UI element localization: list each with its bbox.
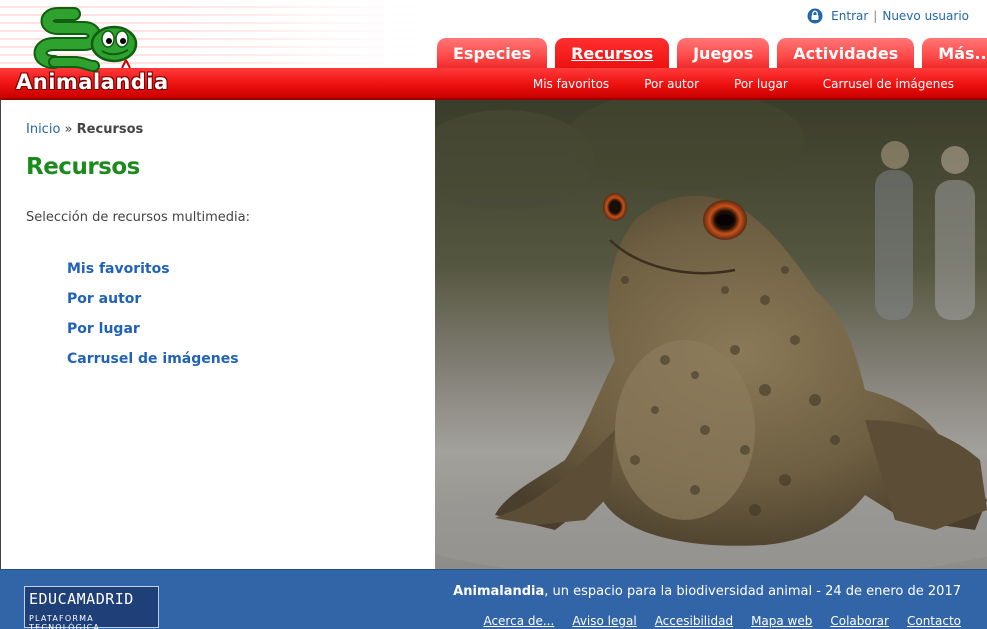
subnav-mis-favoritos[interactable]: Mis favoritos (533, 77, 609, 91)
list-item: Carrusel de imágenes (67, 348, 239, 378)
subnav-carrusel[interactable]: Carrusel de imágenes (823, 77, 954, 91)
breadcrumb-separator: » (64, 122, 73, 137)
tab-mas[interactable]: Más... (922, 38, 987, 68)
tab-actividades[interactable]: Actividades (777, 38, 915, 68)
educamadrid-logo-text: EDUCAMADRID (29, 590, 134, 608)
footer-link-mapa-web[interactable]: Mapa web (751, 614, 812, 628)
footer-link-accesibilidad[interactable]: Accesibilidad (655, 614, 733, 628)
resource-list: Mis favoritos Por autor Por lugar Carrus… (67, 258, 239, 378)
footer-links: Acerca de... Aviso legal Accesibilidad M… (465, 614, 961, 628)
links-separator: | (873, 9, 878, 23)
sub-navigation: Mis favoritos Por autor Por lugar Carrus… (498, 68, 954, 100)
footer-link-colaborar[interactable]: Colaborar (830, 614, 889, 628)
login-link[interactable]: Entrar (831, 9, 868, 23)
tab-especies[interactable]: Especies (437, 38, 548, 68)
breadcrumb: Inicio » Recursos (26, 122, 143, 137)
educamadrid-logo[interactable]: EDUCAMADRID PLATAFORMA TECNOLÓGICA (24, 586, 159, 629)
list-item: Mis favoritos (67, 258, 239, 288)
resource-link-por-lugar[interactable]: Por lugar (67, 321, 140, 337)
footer-tagline: Animalandia, un espacio para la biodiver… (453, 584, 961, 599)
intro-text: Selección de recursos multimedia: (26, 210, 250, 225)
toad-photo (435, 100, 987, 569)
subnav-por-autor[interactable]: Por autor (644, 77, 699, 91)
main-tabs: Especies Recursos Juegos Actividades Más… (437, 38, 987, 68)
resource-link-carrusel[interactable]: Carrusel de imágenes (67, 351, 239, 367)
site-footer: EDUCAMADRID PLATAFORMA TECNOLÓGICA Anima… (0, 569, 987, 629)
tab-recursos[interactable]: Recursos (555, 38, 670, 68)
toad-image (435, 100, 987, 569)
user-links: Entrar | Nuevo usuario (807, 8, 969, 24)
list-item: Por autor (67, 288, 239, 318)
page-title: Recursos (26, 154, 140, 180)
tab-juegos[interactable]: Juegos (677, 38, 770, 68)
site-logo-text: Animalandia (16, 70, 169, 94)
register-link[interactable]: Nuevo usuario (882, 9, 969, 23)
footer-site-name: Animalandia (453, 584, 545, 599)
footer-link-aviso-legal[interactable]: Aviso legal (572, 614, 636, 628)
educamadrid-logo-subtitle: PLATAFORMA TECNOLÓGICA (29, 614, 101, 629)
site-header: Animalandia Entrar | Nuevo usuario Espec… (0, 0, 987, 100)
content-panel: Inicio » Recursos Recursos Selección de … (0, 100, 435, 569)
subnav-por-lugar[interactable]: Por lugar (734, 77, 788, 91)
footer-link-contacto[interactable]: Contacto (907, 614, 961, 628)
breadcrumb-home[interactable]: Inicio (26, 122, 60, 137)
resource-link-por-autor[interactable]: Por autor (67, 291, 141, 307)
footer-link-acerca[interactable]: Acerca de... (483, 614, 554, 628)
breadcrumb-current: Recursos (76, 122, 144, 137)
footer-tagline-text: , un espacio para la biodiversidad anima… (544, 584, 961, 599)
resource-link-mis-favoritos[interactable]: Mis favoritos (67, 261, 170, 277)
list-item: Por lugar (67, 318, 239, 348)
lock-icon (807, 8, 823, 24)
